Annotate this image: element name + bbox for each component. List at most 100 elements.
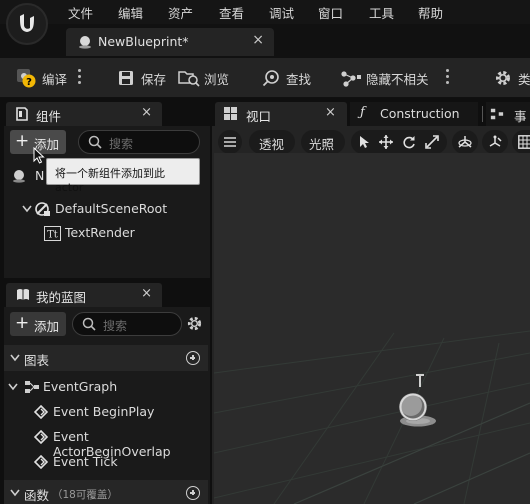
menu-debug[interactable]: 调试 — [269, 3, 294, 22]
my-blueprint-search-placeholder: 搜索 — [103, 319, 128, 333]
event-node-icon — [34, 430, 48, 444]
lighting-button[interactable]: 光照 — [301, 130, 345, 154]
add-plus-icon: + — [15, 131, 30, 151]
text-render-icon: Tt — [44, 226, 61, 241]
class-settings-button[interactable]: 类 — [494, 68, 530, 88]
translate-arrows-icon[interactable] — [379, 135, 393, 149]
scale-icon[interactable] — [425, 135, 439, 149]
world-local-button[interactable] — [452, 130, 478, 154]
find-icon — [262, 69, 280, 87]
functions-override-count: （18可覆盖） — [52, 489, 118, 501]
3d-viewport[interactable] — [214, 153, 530, 504]
mouse-cursor-icon — [33, 147, 45, 164]
chevron-down-icon[interactable] — [22, 205, 32, 213]
browse-folder-icon — [178, 69, 200, 87]
viewport-tab-label: 视口 — [246, 109, 272, 124]
text-render-row[interactable]: Tt TextRender — [44, 225, 194, 243]
chevron-down-icon[interactable] — [8, 383, 18, 391]
find-label: 查找 — [286, 71, 312, 87]
event-actor-begin-overlap-row[interactable]: Event ActorBeginOverlap — [34, 428, 206, 459]
menu-view[interactable]: 查看 — [219, 3, 244, 22]
grid-snap-icon — [518, 135, 530, 149]
tab-event-graph[interactable]: 事 — [486, 102, 530, 126]
event-tick-row[interactable]: Event Tick — [34, 453, 204, 471]
construction-tab-label: Construction — [380, 106, 460, 121]
event-tick-label: Event Tick — [53, 454, 118, 469]
event-graph-label: EventGraph — [43, 379, 118, 394]
menu-bar: 文件 编辑 资产 查看 调试 窗口 工具 帮助 — [0, 0, 530, 24]
blueprint-toolbar: ? 编译 保存 浏览 查找 隐藏不相关 类 — [0, 58, 530, 98]
compile-button[interactable]: ? 编译 — [16, 68, 67, 88]
menu-tools[interactable]: 工具 — [369, 3, 394, 22]
transform-tools-group — [351, 130, 447, 154]
menu-edit[interactable]: 编辑 — [118, 3, 143, 22]
chevron-down-icon — [10, 489, 20, 497]
event-graph-row[interactable]: EventGraph — [8, 378, 198, 396]
search-icon — [88, 135, 102, 149]
menu-file[interactable]: 文件 — [68, 3, 93, 22]
hide-unrelated-icon — [340, 69, 362, 87]
default-scene-root-row[interactable]: DefaultSceneRoot — [22, 201, 202, 219]
my-blueprint-close-icon[interactable]: × — [141, 286, 152, 301]
add-function-icon[interactable] — [186, 486, 200, 500]
save-button[interactable]: 保存 — [118, 68, 166, 88]
text-render-label: TextRender — [65, 225, 135, 240]
menu-help[interactable]: 帮助 — [418, 3, 443, 22]
svg-text:?: ? — [26, 77, 32, 88]
select-cursor-icon[interactable] — [359, 135, 371, 149]
event-node-icon — [34, 405, 48, 419]
browse-label: 浏览 — [204, 71, 230, 87]
doc-tab-title: NewBlueprint* — [98, 34, 189, 49]
add-graph-icon[interactable] — [186, 351, 200, 365]
default-scene-root-label: DefaultSceneRoot — [55, 201, 168, 216]
components-blueprint-icon — [16, 107, 28, 121]
menu-asset[interactable]: 资产 — [168, 3, 193, 22]
hide-unrelated-button[interactable]: 隐藏不相关 — [340, 68, 429, 88]
rotate-icon[interactable] — [402, 135, 416, 149]
graphs-section-header[interactable]: 图表 — [4, 345, 208, 371]
event-begin-play-row[interactable]: Event BeginPlay — [34, 403, 204, 421]
svg-text:Tt: Tt — [47, 230, 58, 241]
components-close-icon[interactable]: × — [141, 105, 152, 120]
tab-viewport[interactable]: 视口 × — [215, 102, 347, 126]
perspective-label: 透视 — [259, 137, 285, 152]
component-root-label: N — [35, 168, 45, 183]
find-button[interactable]: 查找 — [262, 68, 311, 88]
surface-snap-icon — [487, 135, 503, 149]
tab-new-blueprint[interactable]: NewBlueprint* × — [66, 28, 274, 56]
search-icon — [82, 317, 96, 331]
event-begin-play-label: Event BeginPlay — [53, 404, 155, 419]
unreal-logo-icon[interactable] — [6, 3, 48, 45]
compile-label: 编译 — [42, 71, 68, 87]
components-search-input[interactable]: 搜索 — [78, 130, 200, 154]
my-blueprint-add-label: 添加 — [34, 319, 60, 334]
tab-construction-script[interactable]: ƒ Construction — [350, 102, 478, 126]
my-blueprint-tab-label: 我的蓝图 — [36, 290, 87, 305]
event-node-icon — [34, 455, 48, 469]
my-blueprint-search-input[interactable]: 搜索 — [72, 312, 182, 336]
functions-section-header[interactable]: 函数 （18可覆盖） — [4, 480, 208, 504]
tab-components[interactable]: 组件 × — [6, 102, 162, 126]
hide-unrelated-options-icon[interactable] — [446, 69, 450, 87]
perspective-button[interactable]: 透视 — [249, 130, 295, 154]
viewport-menu-button[interactable] — [218, 130, 242, 154]
compile-options-icon[interactable] — [78, 69, 82, 87]
lighting-label: 光照 — [309, 137, 335, 152]
surface-snapping-button[interactable] — [482, 130, 508, 154]
my-blueprint-add-button[interactable]: + 添加 — [10, 312, 66, 336]
tab-my-blueprint[interactable]: 我的蓝图 × — [6, 283, 162, 307]
text-render-actor-icon[interactable] — [396, 371, 440, 431]
compile-warning-icon: ? — [16, 68, 36, 88]
tab-divider — [482, 106, 483, 122]
menu-window[interactable]: 窗口 — [318, 3, 343, 22]
scene-root-icon — [35, 202, 51, 217]
save-label: 保存 — [141, 71, 167, 87]
grid-snap-button[interactable] — [512, 130, 530, 154]
gear-icon — [494, 69, 512, 87]
functions-section-label: 函数 — [24, 488, 50, 503]
viewport-tab-close-icon[interactable]: × — [325, 105, 336, 120]
add-component-tooltip: 将一个新组件添加到此actor — [46, 158, 200, 194]
doc-tab-close-icon[interactable]: × — [252, 32, 264, 48]
browse-button[interactable]: 浏览 — [178, 68, 229, 88]
my-blueprint-settings-gear-icon[interactable] — [186, 315, 203, 332]
